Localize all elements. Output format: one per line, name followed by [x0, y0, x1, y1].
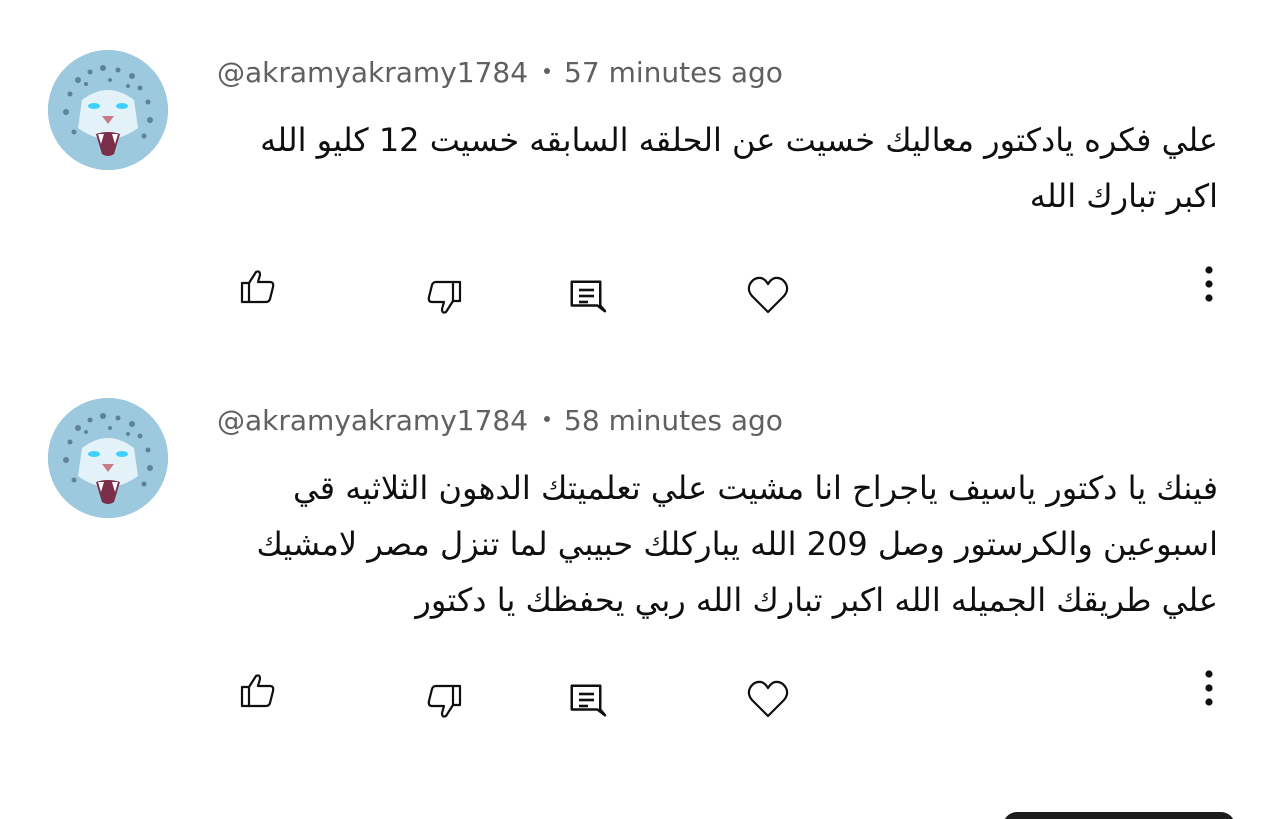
- like-button[interactable]: [234, 262, 282, 310]
- comment-actions: [0, 262, 1284, 322]
- more-vertical-icon: [1205, 266, 1213, 302]
- comment-text-line: اسبوعين والكرستور وصل 209 الله يباركلك ح…: [256, 525, 1218, 563]
- leopard-avatar-icon: [48, 398, 168, 518]
- reply-icon: [570, 280, 607, 313]
- more-vertical-icon: [1205, 670, 1213, 706]
- heart-icon: [747, 276, 789, 314]
- more-options-button[interactable]: [1185, 262, 1233, 310]
- next-item-edge: [1003, 812, 1235, 819]
- comment-text: فينك يا دكتور ياسيف ياجراح انا مشيت علي …: [218, 460, 1218, 628]
- dislike-button[interactable]: [420, 678, 468, 726]
- like-button[interactable]: [234, 666, 282, 714]
- more-options-button[interactable]: [1185, 666, 1233, 714]
- reply-button[interactable]: [564, 274, 612, 322]
- dislike-button[interactable]: [420, 274, 468, 322]
- comment-text-line: علي فكره يادكتور معاليك خسيت عن الحلقه ا…: [260, 121, 1218, 159]
- comment-text-line: علي طريقك الجميله الله اكبر تبارك الله ر…: [415, 581, 1218, 619]
- comment-author[interactable]: @akramyakramy1784: [217, 56, 528, 89]
- reply-icon: [570, 684, 607, 717]
- comment-text-line: فينك يا دكتور ياسيف ياجراح انا مشيت علي …: [293, 469, 1218, 507]
- avatar[interactable]: [48, 50, 168, 170]
- reply-button[interactable]: [564, 678, 612, 726]
- avatar[interactable]: [48, 398, 168, 518]
- thumbs-up-icon: [240, 270, 275, 304]
- comment-text: علي فكره يادكتور معاليك خسيت عن الحلقه ا…: [218, 112, 1218, 224]
- comment-meta: @akramyakramy1784 58 minutes ago: [217, 401, 783, 441]
- comment-author[interactable]: @akramyakramy1784: [217, 404, 528, 437]
- comment-time[interactable]: 57 minutes ago: [564, 56, 783, 89]
- heart-button[interactable]: [744, 676, 792, 724]
- leopard-avatar-icon: [48, 50, 168, 170]
- thumbs-up-icon: [240, 674, 275, 708]
- heart-button[interactable]: [744, 272, 792, 320]
- comment-text-line: اكبر تبارك الله: [1029, 177, 1218, 215]
- thumbs-down-icon: [427, 280, 462, 314]
- separator-dot: [544, 416, 551, 422]
- comment-actions: [0, 666, 1284, 726]
- comment-meta: @akramyakramy1784 57 minutes ago: [217, 53, 783, 93]
- separator-dot: [544, 68, 551, 74]
- comment-time[interactable]: 58 minutes ago: [564, 404, 783, 437]
- comments-page: @akramyakramy1784 57 minutes ago علي فكره…: [0, 0, 1284, 819]
- thumbs-down-icon: [427, 684, 462, 718]
- heart-icon: [747, 680, 789, 718]
